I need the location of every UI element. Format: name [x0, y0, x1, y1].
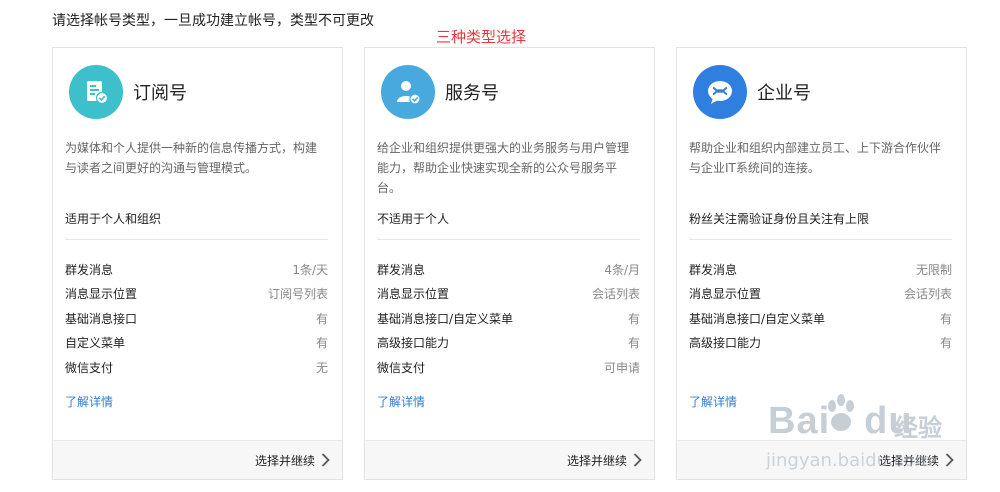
account-card-subscription[interactable]: 订阅号 为媒体和个人提供一种新的信息传播方式，构建与读者之间更好的沟通与管理模式… [52, 47, 343, 480]
feature-row: 基础消息接口 有 [65, 306, 328, 331]
card-title: 服务号 [445, 83, 499, 104]
select-continue-button[interactable]: 选择并继续 [677, 440, 966, 479]
select-continue-button[interactable]: 选择并继续 [365, 440, 654, 479]
card-title: 企业号 [757, 83, 811, 104]
chevron-right-icon [945, 453, 954, 467]
feature-name: 基础消息接口 [65, 311, 138, 326]
card-description: 为媒体和个人提供一种新的信息传播方式，构建与读者之间更好的沟通与管理模式。 [65, 141, 318, 175]
feature-row: 消息显示位置 会话列表 [377, 282, 640, 307]
feature-value: 订阅号列表 [267, 287, 328, 302]
feature-row: 微信支付 无 [65, 355, 328, 380]
feature-value: 有 [939, 336, 952, 351]
card-description: 给企业和组织提供更强大的业务服务与用户管理能力，帮助企业快速实现全新的公众号服务… [377, 141, 630, 195]
feature-name: 微信支付 [377, 360, 426, 375]
user-verified-icon [381, 65, 435, 119]
card-description: 帮助企业和组织内部建立员工、上下游合作伙伴与企业IT系统间的连接。 [689, 141, 942, 175]
learn-more-link[interactable]: 了解详情 [65, 393, 113, 410]
card-suitability: 粉丝关注需验证身份且关注有上限 [689, 210, 952, 240]
feature-value: 会话列表 [903, 287, 952, 302]
feature-name: 自定义菜单 [65, 336, 126, 351]
chevron-right-icon [633, 453, 642, 467]
feature-row: 群发消息 4条/月 [377, 257, 640, 282]
feature-row: 群发消息 无限制 [689, 257, 952, 282]
feature-value: 4条/月 [604, 262, 640, 277]
feature-row: 微信支付 可申请 [377, 355, 640, 380]
feature-name: 群发消息 [377, 262, 426, 277]
document-check-icon [69, 65, 123, 119]
feature-row: 高级接口能力 有 [377, 331, 640, 356]
feature-value: 1条/天 [292, 262, 328, 277]
feature-row: 群发消息 1条/天 [65, 257, 328, 282]
feature-row: 消息显示位置 会话列表 [689, 282, 952, 307]
feature-row: 自定义菜单 有 [65, 331, 328, 356]
feature-name: 基础消息接口/自定义菜单 [689, 311, 826, 326]
feature-row: 基础消息接口/自定义菜单 有 [377, 306, 640, 331]
account-card-service[interactable]: 服务号 给企业和组织提供更强大的业务服务与用户管理能力，帮助企业快速实现全新的公… [364, 47, 655, 480]
card-suitability: 适用于个人和组织 [65, 210, 328, 240]
feature-name: 基础消息接口/自定义菜单 [377, 311, 514, 326]
page-heading: 请选择帐号类型，一旦成功建立帐号，类型不可更改 [52, 13, 374, 29]
feature-name: 群发消息 [689, 262, 738, 277]
card-header: 服务号 [381, 65, 499, 119]
learn-more-link[interactable]: 了解详情 [377, 393, 425, 410]
feature-name: 高级接口能力 [377, 336, 450, 351]
account-card-enterprise[interactable]: 企业号 帮助企业和组织内部建立员工、上下游合作伙伴与企业IT系统间的连接。 粉丝… [676, 47, 967, 480]
feature-value: 可申请 [603, 360, 640, 375]
feature-value: 有 [627, 311, 640, 326]
chevron-right-icon [321, 453, 330, 467]
feature-list: 群发消息 无限制 消息显示位置 会话列表 基础消息接口/自定义菜单 有 高级接口… [689, 257, 952, 355]
feature-name: 群发消息 [65, 262, 114, 277]
feature-value: 无 [315, 360, 328, 375]
feature-list: 群发消息 1条/天 消息显示位置 订阅号列表 基础消息接口 有 自定义菜单 有 … [65, 257, 328, 380]
annotation-label: 三种类型选择 [436, 28, 527, 46]
feature-value: 有 [939, 311, 952, 326]
card-title: 订阅号 [133, 83, 187, 104]
feature-row: 消息显示位置 订阅号列表 [65, 282, 328, 307]
select-continue-button[interactable]: 选择并继续 [53, 440, 342, 479]
feature-name: 微信支付 [65, 360, 114, 375]
feature-value: 有 [315, 336, 328, 351]
feature-list: 群发消息 4条/月 消息显示位置 会话列表 基础消息接口/自定义菜单 有 高级接… [377, 257, 640, 380]
chat-bubble-icon [693, 65, 747, 119]
footer-label: 选择并继续 [254, 453, 315, 468]
feature-name: 消息显示位置 [65, 287, 138, 302]
feature-name: 高级接口能力 [689, 336, 762, 351]
footer-label: 选择并继续 [878, 453, 939, 468]
feature-value: 无限制 [915, 262, 952, 277]
card-suitability: 不适用于个人 [377, 210, 640, 240]
card-header: 订阅号 [69, 65, 187, 119]
card-header: 企业号 [693, 65, 811, 119]
feature-value: 会话列表 [591, 287, 640, 302]
feature-row: 基础消息接口/自定义菜单 有 [689, 306, 952, 331]
footer-label: 选择并继续 [566, 453, 627, 468]
feature-value: 有 [315, 311, 328, 326]
feature-name: 消息显示位置 [689, 287, 762, 302]
feature-row: 高级接口能力 有 [689, 331, 952, 356]
learn-more-link[interactable]: 了解详情 [689, 393, 737, 410]
feature-name: 消息显示位置 [377, 287, 450, 302]
feature-value: 有 [627, 336, 640, 351]
